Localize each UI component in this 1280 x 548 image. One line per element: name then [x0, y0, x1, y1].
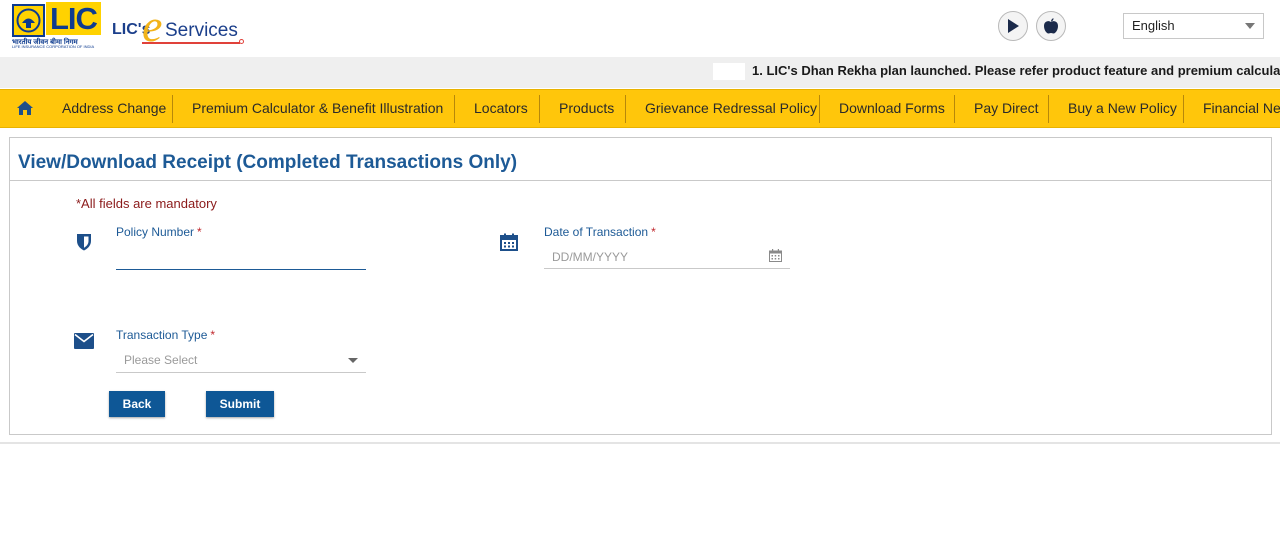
- policy-number-label: Policy Number *: [116, 225, 202, 239]
- play-store-icon: [1007, 19, 1019, 33]
- nav-item-pay-direct[interactable]: Pay Direct: [974, 90, 1039, 127]
- eservices-logo[interactable]: LIC's e Services: [112, 3, 252, 49]
- envelope-icon: [74, 331, 94, 351]
- eservices-word: Services: [165, 20, 238, 41]
- chevron-down-icon: [348, 358, 358, 363]
- nav-divider: [172, 95, 173, 123]
- transaction-type-selected: Please Select: [124, 353, 198, 367]
- site-header: LIC भारतीय जीवन बीमा निगम LIFE INSURANCE…: [0, 0, 1280, 57]
- main-nav: Address Change Premium Calculator & Bene…: [0, 89, 1280, 128]
- language-select[interactable]: English: [1123, 13, 1264, 39]
- calendar-picker-icon[interactable]: [767, 247, 783, 263]
- news-ticker: 1. LIC's Dhan Rekha plan launched. Pleas…: [0, 57, 1280, 88]
- lic-logo[interactable]: LIC भारतीय जीवन बीमा निगम LIFE INSURANCE…: [12, 2, 101, 49]
- nav-item-products[interactable]: Products: [559, 90, 614, 127]
- play-store-button[interactable]: [998, 11, 1028, 41]
- nav-divider: [1048, 95, 1049, 123]
- eservices-underline: [142, 42, 240, 44]
- nav-item-grievance-redressal[interactable]: Grievance Redressal Policy: [645, 90, 817, 127]
- required-marker: *: [651, 225, 656, 239]
- lic-logo-word: LIC: [46, 2, 101, 36]
- nav-item-address-change[interactable]: Address Change: [62, 90, 166, 127]
- ticker-marker: [713, 63, 745, 80]
- title-divider: [10, 180, 1271, 181]
- ticker-text[interactable]: 1. LIC's Dhan Rekha plan launched. Pleas…: [752, 63, 1280, 78]
- required-marker: *: [210, 328, 216, 342]
- policy-number-input[interactable]: [116, 246, 366, 270]
- transaction-type-label-text: Transaction Type: [116, 328, 208, 342]
- date-of-transaction-label: Date of Transaction *: [544, 225, 656, 239]
- transaction-type-select[interactable]: Please Select: [116, 349, 366, 373]
- transaction-type-label: Transaction Type *: [116, 328, 215, 342]
- lic-logo-english: LIFE INSURANCE CORPORATION OF INDIA: [12, 44, 95, 49]
- nav-divider: [454, 95, 455, 123]
- home-icon[interactable]: [16, 100, 34, 116]
- nav-divider: [1183, 95, 1184, 123]
- nav-item-financial-needs[interactable]: Financial Needs: [1203, 90, 1280, 127]
- policy-number-label-text: Policy Number: [116, 225, 195, 239]
- receipt-form-panel: View/Download Receipt (Completed Transac…: [9, 137, 1272, 435]
- lic-emblem-icon: [12, 4, 45, 37]
- mandatory-note: *All fields are mandatory: [76, 196, 217, 211]
- nav-item-locators[interactable]: Locators: [474, 90, 528, 127]
- footer-divider: [0, 442, 1280, 444]
- eservices-dot: [239, 39, 244, 44]
- date-of-transaction-input[interactable]: [544, 245, 790, 269]
- nav-divider: [819, 95, 820, 123]
- back-button[interactable]: Back: [109, 391, 165, 417]
- calendar-icon: [499, 232, 519, 252]
- chevron-down-icon: [1245, 23, 1255, 29]
- nav-item-download-forms[interactable]: Download Forms: [839, 90, 945, 127]
- nav-item-buy-new-policy[interactable]: Buy a New Policy: [1068, 90, 1177, 127]
- required-marker: *: [197, 225, 202, 239]
- apple-icon: [1044, 18, 1058, 34]
- nav-divider: [954, 95, 955, 123]
- nav-divider: [625, 95, 626, 123]
- shield-icon: [74, 232, 94, 252]
- nav-item-premium-calculator[interactable]: Premium Calculator & Benefit Illustratio…: [192, 90, 443, 127]
- date-of-transaction-label-text: Date of Transaction: [544, 225, 649, 239]
- page-title: View/Download Receipt (Completed Transac…: [18, 152, 518, 173]
- app-store-button[interactable]: [1036, 11, 1066, 41]
- language-select-value: English: [1132, 18, 1175, 33]
- submit-button[interactable]: Submit: [206, 391, 274, 417]
- nav-divider: [539, 95, 540, 123]
